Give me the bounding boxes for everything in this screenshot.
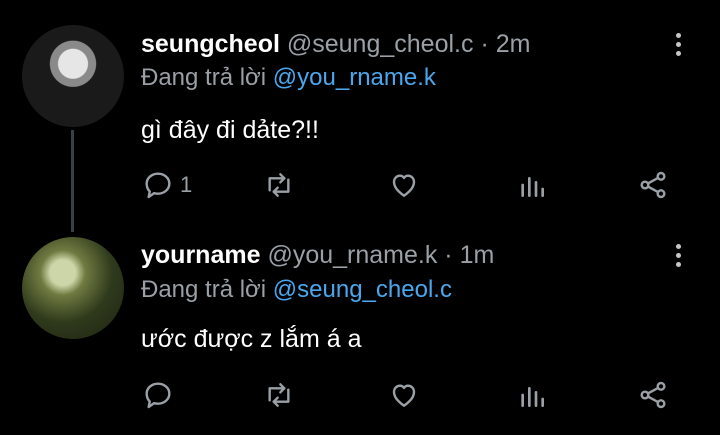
reply-button[interactable] [142, 378, 180, 412]
mention-link[interactable]: @you_rname.k [273, 64, 436, 91]
replying-to: Đang trả lời @seung_cheol.c [141, 276, 452, 304]
tweet-text: gì đây đi dảte?!! [141, 116, 319, 144]
stats-button[interactable] [516, 168, 548, 202]
like-button[interactable] [388, 378, 420, 412]
more-dot [675, 253, 681, 258]
share-button[interactable] [637, 168, 669, 202]
avatar[interactable] [22, 237, 124, 339]
display-name[interactable]: seungcheol [141, 30, 280, 58]
more-vertical-icon [675, 33, 681, 38]
more-vertical-icon [675, 244, 681, 249]
tweet[interactable]: seungcheol @seung_cheol.c · 2m Đang trả … [0, 0, 720, 232]
heart-icon [392, 384, 416, 407]
stats-button[interactable] [516, 378, 548, 412]
more-dot [675, 51, 681, 56]
action-bar: 1 [0, 168, 720, 202]
reply-button[interactable]: 1 [142, 168, 192, 202]
share-icon [640, 171, 666, 199]
share-button[interactable] [637, 378, 669, 412]
retweet-icon [268, 173, 290, 197]
tweet[interactable]: yourname @you_rname.k · 1m Đang trả lời … [0, 225, 720, 435]
tweet-header: yourname @you_rname.k · 1m [141, 241, 494, 270]
timestamp: · 2m [480, 30, 531, 58]
reply-count: 1 [180, 172, 193, 197]
stats-icon [521, 387, 544, 407]
retweet-button[interactable] [263, 378, 295, 412]
avatar[interactable] [22, 25, 124, 127]
handle[interactable]: @seung_cheol.c [287, 30, 474, 58]
display-name[interactable]: yourname [141, 241, 260, 269]
like-button[interactable] [388, 168, 420, 202]
reply-icon [145, 382, 171, 409]
more-dot [675, 262, 681, 267]
replying-to: Đang trả lời @you_rname.k [141, 64, 436, 92]
mention-link[interactable]: @seung_cheol.c [273, 276, 452, 303]
retweet-icon [268, 383, 290, 407]
replying-to-label: Đang trả lời [141, 64, 267, 91]
reply-icon [145, 172, 171, 199]
retweet-button[interactable] [263, 168, 295, 202]
heart-icon [392, 174, 416, 197]
tweet-text: ước được z lắm á a [141, 325, 362, 353]
more-dot [675, 42, 681, 47]
replying-to-label: Đang trả lời [141, 276, 267, 303]
handle[interactable]: @you_rname.k [267, 241, 437, 269]
share-icon [640, 381, 666, 409]
action-bar [0, 378, 720, 412]
more-options-button[interactable] [670, 242, 686, 270]
more-options-button[interactable] [670, 31, 686, 59]
stats-icon [521, 177, 544, 197]
tweet-header: seungcheol @seung_cheol.c · 2m [141, 30, 530, 59]
timestamp: · 1m [444, 241, 495, 269]
